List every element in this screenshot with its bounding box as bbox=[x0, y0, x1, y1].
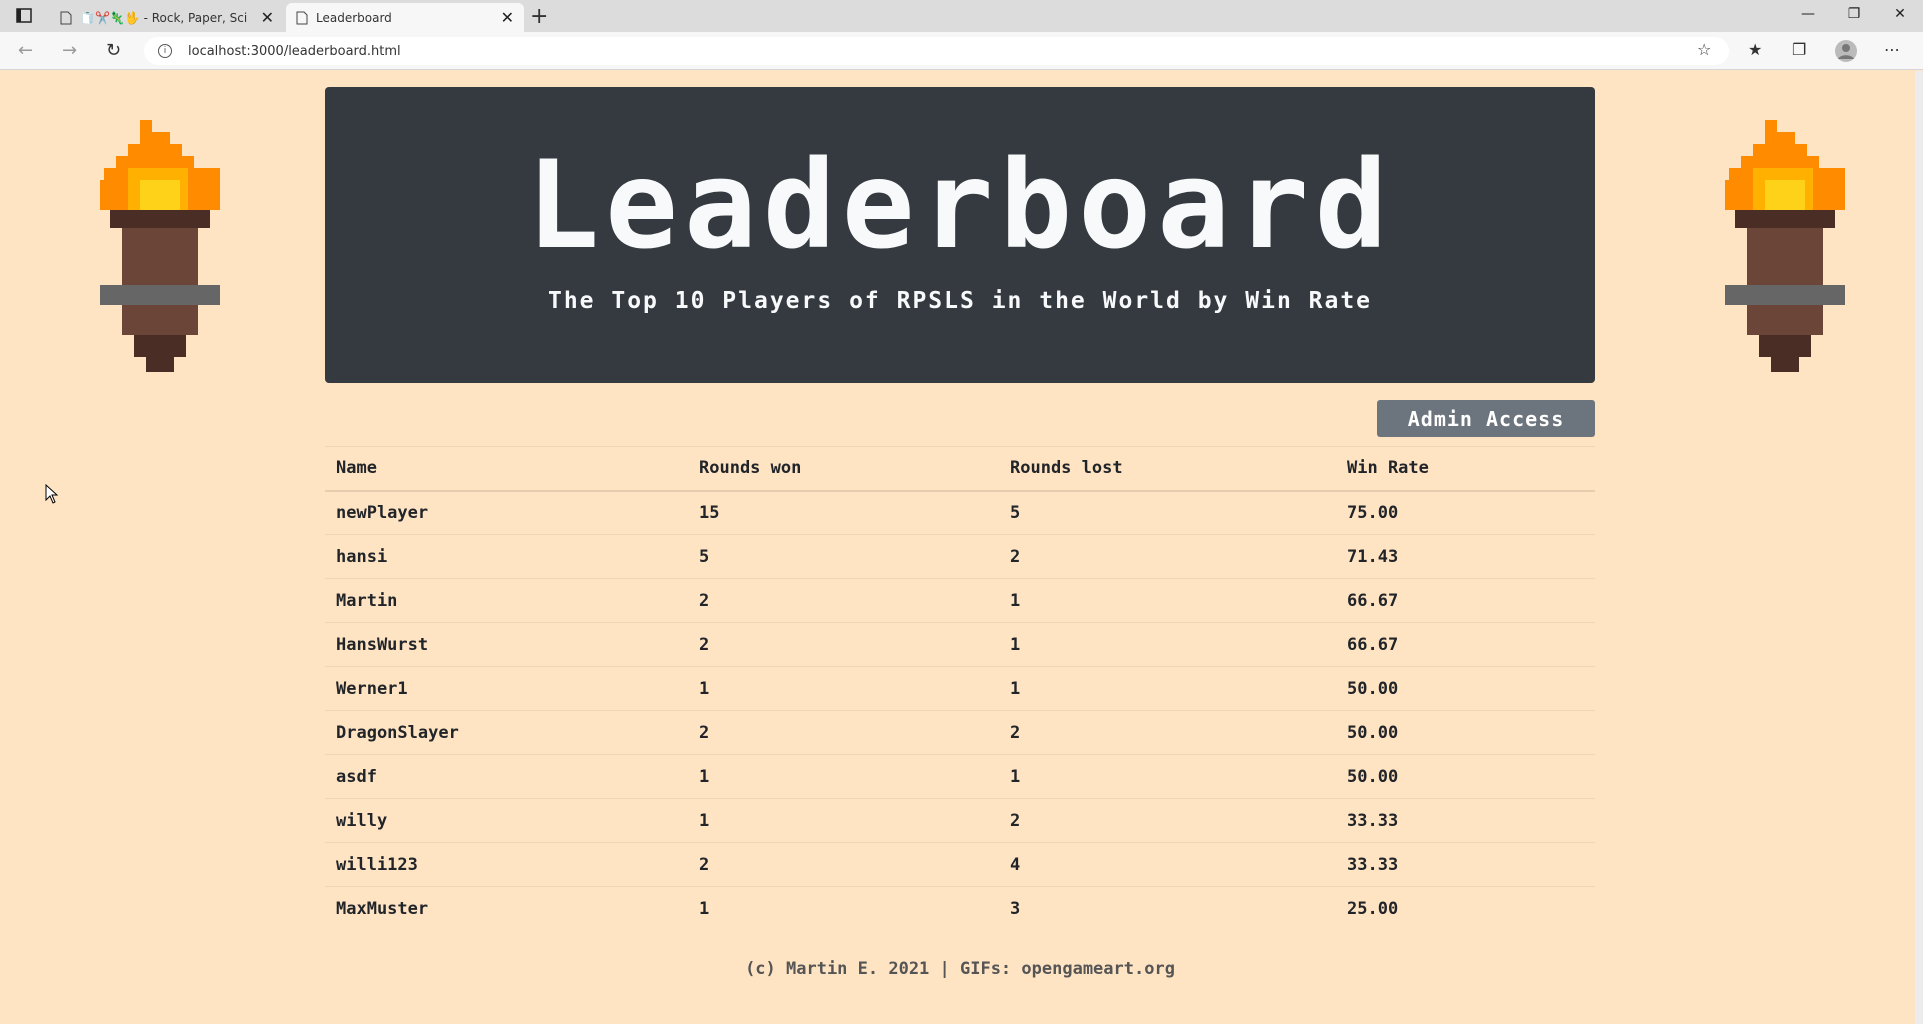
browser-toolbar: ← → ↻ i localhost:3000/leaderboard.html … bbox=[0, 32, 1923, 70]
rounds-won: 1 bbox=[688, 886, 999, 931]
back-arrow-icon[interactable]: ← bbox=[18, 40, 33, 61]
table-row: HansWurst 2 1 66.67 bbox=[325, 622, 1595, 667]
rounds-won: 2 bbox=[688, 622, 999, 667]
collections-icon[interactable]: ❐ bbox=[1792, 40, 1806, 59]
reload-icon[interactable]: ↻ bbox=[106, 40, 121, 61]
table-row: hansi 5 2 71.43 bbox=[325, 534, 1595, 579]
close-tab-icon[interactable]: ✕ bbox=[501, 8, 514, 27]
torch-icon bbox=[100, 120, 220, 372]
minimize-button[interactable]: — bbox=[1785, 0, 1831, 30]
admin-access-button[interactable]: Admin Access bbox=[1377, 400, 1595, 437]
rounds-lost: 1 bbox=[999, 754, 1336, 799]
torch-icon bbox=[1725, 120, 1845, 372]
address-bar[interactable]: i localhost:3000/leaderboard.html bbox=[144, 37, 1729, 65]
rounds-won: 2 bbox=[688, 842, 999, 887]
close-window-button[interactable]: ✕ bbox=[1877, 0, 1923, 30]
player-name: hansi bbox=[325, 534, 688, 579]
leaderboard-table: Name Rounds won Rounds lost Win Rate new… bbox=[325, 446, 1595, 931]
win-rate: 50.00 bbox=[1336, 754, 1595, 799]
win-rate: 71.43 bbox=[1336, 534, 1595, 579]
player-name: Martin bbox=[325, 578, 688, 623]
tab-leaderboard[interactable]: Leaderboard ✕ bbox=[286, 3, 524, 32]
scrollbar[interactable] bbox=[1915, 71, 1923, 1024]
tab-rock-paper-scissors[interactable]: 🧻✂️🦎🖖 - Rock, Paper, Sci ✕ bbox=[50, 3, 284, 32]
tab-title: Leaderboard bbox=[316, 10, 392, 25]
table-row: newPlayer 15 5 75.00 bbox=[325, 490, 1595, 535]
rounds-lost: 1 bbox=[999, 622, 1336, 667]
rounds-lost: 3 bbox=[999, 886, 1336, 931]
rounds-won: 2 bbox=[688, 710, 999, 755]
site-info-icon[interactable]: i bbox=[158, 44, 172, 58]
rounds-won: 15 bbox=[688, 490, 999, 535]
rounds-won: 1 bbox=[688, 798, 999, 843]
win-rate: 33.33 bbox=[1336, 842, 1595, 887]
rounds-lost: 2 bbox=[999, 710, 1336, 755]
win-rate: 50.00 bbox=[1336, 666, 1595, 711]
column-header-win-rate: Win Rate bbox=[1336, 446, 1595, 492]
table-row: willi123 2 4 33.33 bbox=[325, 842, 1595, 887]
page-content: Leaderboard The Top 10 Players of RPSLS … bbox=[0, 71, 1923, 1024]
rounds-won: 1 bbox=[688, 666, 999, 711]
mouse-cursor-icon bbox=[45, 484, 59, 504]
tab-title: 🧻✂️🦎🖖 - Rock, Paper, Sci bbox=[80, 10, 248, 25]
url-text: localhost:3000/leaderboard.html bbox=[188, 43, 401, 59]
column-header-name: Name bbox=[325, 446, 688, 492]
profile-avatar-icon[interactable] bbox=[1834, 39, 1858, 63]
page-subtitle: The Top 10 Players of RPSLS in the World… bbox=[547, 288, 1373, 314]
win-rate: 25.00 bbox=[1336, 886, 1595, 931]
rounds-lost: 2 bbox=[999, 798, 1336, 843]
table-row: MaxMuster 1 3 25.00 bbox=[325, 886, 1595, 931]
table-row: asdf 1 1 50.00 bbox=[325, 754, 1595, 799]
rounds-lost: 1 bbox=[999, 666, 1336, 711]
player-name: asdf bbox=[325, 754, 688, 799]
win-rate: 66.67 bbox=[1336, 622, 1595, 667]
player-name: HansWurst bbox=[325, 622, 688, 667]
rounds-lost: 5 bbox=[999, 490, 1336, 535]
table-row: willy 1 2 33.33 bbox=[325, 798, 1595, 843]
win-rate: 50.00 bbox=[1336, 710, 1595, 755]
player-name: newPlayer bbox=[325, 490, 688, 535]
more-menu-icon[interactable]: ⋯ bbox=[1884, 40, 1900, 59]
column-header-rounds-lost: Rounds lost bbox=[999, 446, 1336, 492]
rounds-lost: 2 bbox=[999, 534, 1336, 579]
page-title: Leaderboard bbox=[526, 135, 1394, 276]
win-rate: 75.00 bbox=[1336, 490, 1595, 535]
tab-actions-icon[interactable] bbox=[10, 6, 38, 26]
favorites-icon[interactable]: ★ bbox=[1748, 40, 1762, 59]
rounds-lost: 1 bbox=[999, 578, 1336, 623]
rounds-lost: 4 bbox=[999, 842, 1336, 887]
window-controls: — ❐ ✕ bbox=[1785, 0, 1923, 30]
table-header-row: Name Rounds won Rounds lost Win Rate bbox=[325, 446, 1595, 492]
rounds-won: 1 bbox=[688, 754, 999, 799]
player-name: DragonSlayer bbox=[325, 710, 688, 755]
table-row: Werner1 1 1 50.00 bbox=[325, 666, 1595, 711]
player-name: willi123 bbox=[325, 842, 688, 887]
player-name: willy bbox=[325, 798, 688, 843]
footer-credits: (c) Martin E. 2021 | GIFs: opengameart.o… bbox=[745, 959, 1175, 979]
header-banner: Leaderboard The Top 10 Players of RPSLS … bbox=[325, 87, 1595, 383]
new-tab-button[interactable]: + bbox=[530, 4, 548, 29]
rounds-won: 2 bbox=[688, 578, 999, 623]
close-tab-icon[interactable]: ✕ bbox=[261, 8, 274, 27]
browser-tab-bar: 🧻✂️🦎🖖 - Rock, Paper, Sci ✕ Leaderboard ✕… bbox=[0, 0, 1923, 32]
table-row: Martin 2 1 66.67 bbox=[325, 578, 1595, 623]
page-icon bbox=[296, 11, 308, 24]
player-name: Werner1 bbox=[325, 666, 688, 711]
restore-button[interactable]: ❐ bbox=[1831, 0, 1877, 30]
player-name: MaxMuster bbox=[325, 886, 688, 931]
column-header-rounds-won: Rounds won bbox=[688, 446, 999, 492]
win-rate: 33.33 bbox=[1336, 798, 1595, 843]
win-rate: 66.67 bbox=[1336, 578, 1595, 623]
forward-arrow-icon[interactable]: → bbox=[62, 40, 77, 61]
table-row: DragonSlayer 2 2 50.00 bbox=[325, 710, 1595, 755]
page-icon bbox=[60, 11, 72, 24]
favorite-add-icon[interactable]: ☆ bbox=[1697, 40, 1711, 59]
rounds-won: 5 bbox=[688, 534, 999, 579]
